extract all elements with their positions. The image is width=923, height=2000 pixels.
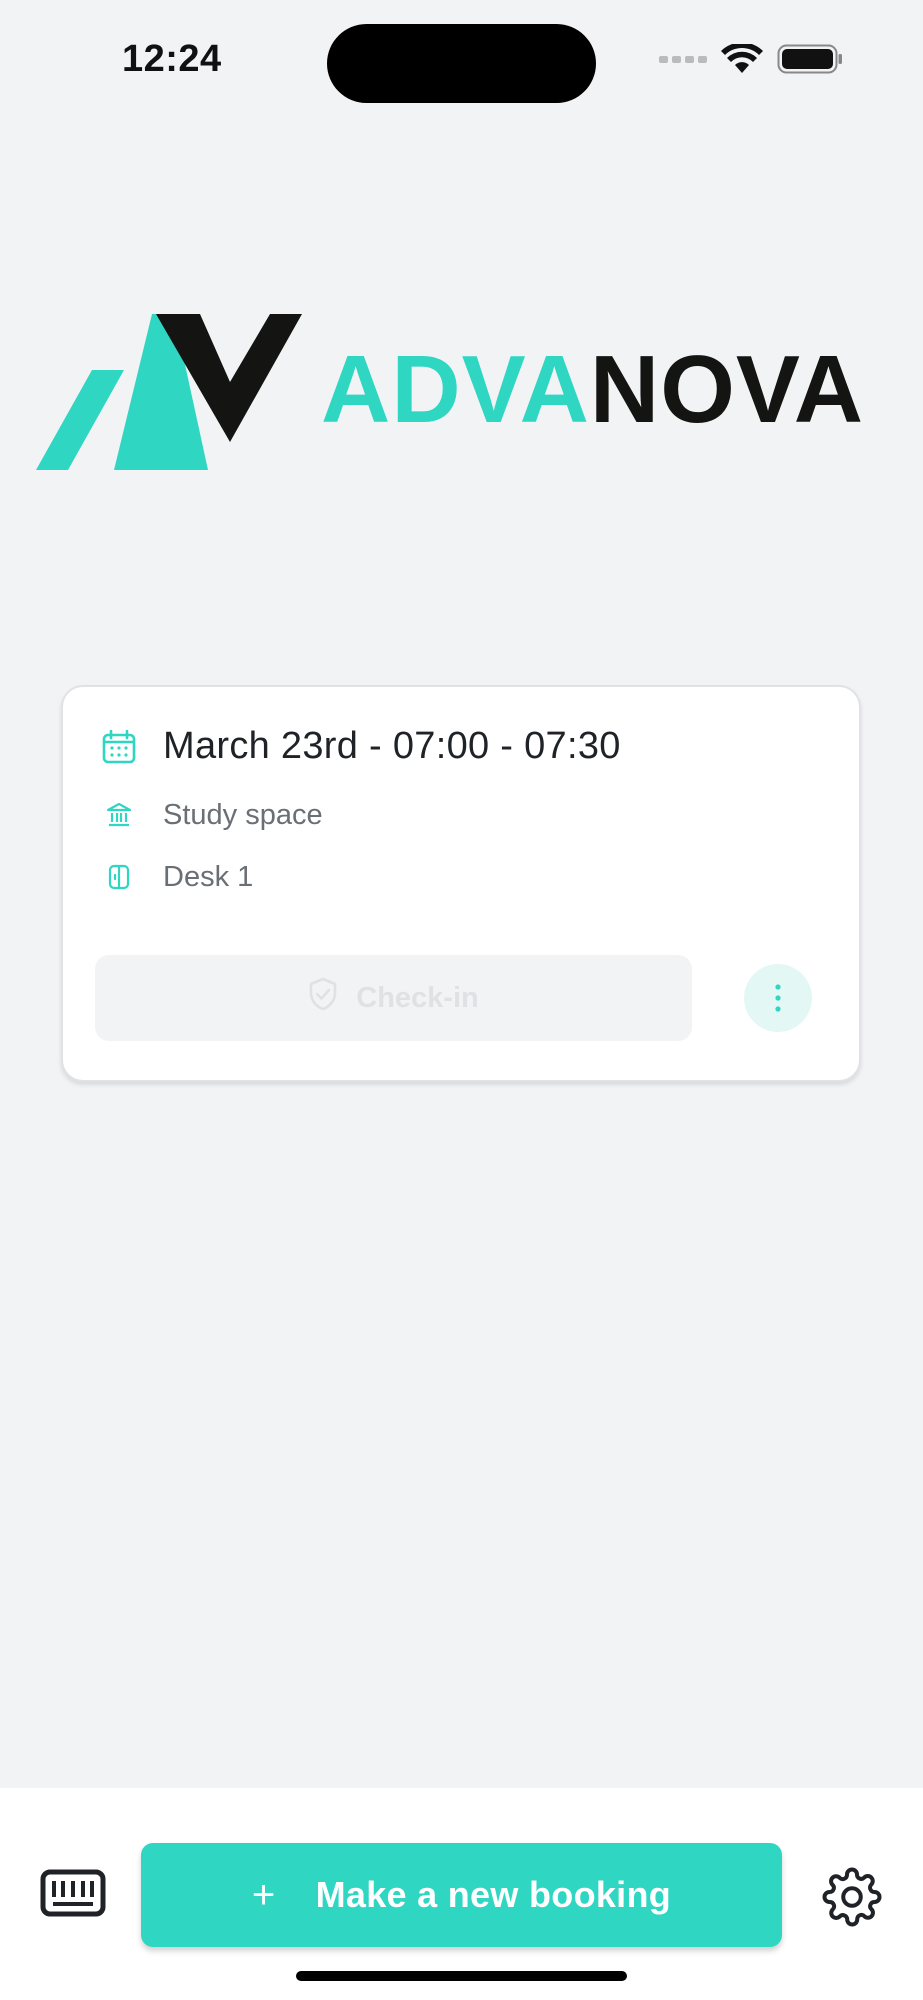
wifi-icon — [721, 44, 763, 73]
keyboard-icon — [40, 1869, 106, 1917]
plus-icon: + — [251, 1872, 276, 1917]
status-time: 12:24 — [122, 38, 222, 80]
settings-button[interactable] — [821, 1866, 883, 1928]
logo-wordmark: ADVANOVA — [321, 336, 865, 443]
dynamic-island — [327, 24, 596, 103]
booking-date-time: March 23rd - 07:00 - 07:30 — [163, 725, 621, 767]
booking-location-row: Study space — [101, 797, 323, 833]
desk-icon — [101, 859, 137, 895]
booking-date-row: March 23rd - 07:00 - 07:30 — [101, 725, 621, 768]
new-booking-label: Make a new booking — [315, 1874, 672, 1915]
booking-desk-row: Desk 1 — [101, 859, 253, 895]
status-icons — [659, 44, 843, 74]
calendar-icon — [101, 729, 137, 765]
keyboard-button[interactable] — [38, 1868, 108, 1918]
bottom-bar: + Make a new booking — [0, 1788, 923, 2000]
gear-icon — [822, 1867, 882, 1927]
booking-desk: Desk 1 — [163, 860, 254, 893]
building-icon — [101, 797, 137, 833]
checkin-button[interactable]: Check-in — [95, 955, 692, 1041]
checkin-label: Check-in — [356, 981, 479, 1014]
shield-check-icon — [308, 977, 338, 1019]
logo-mark-icon — [36, 314, 302, 470]
booking-location: Study space — [163, 798, 323, 831]
advanova-logo: ADVANOVA — [36, 312, 886, 472]
more-vertical-icon — [775, 984, 781, 1012]
new-booking-button[interactable]: + Make a new booking — [141, 1843, 782, 1947]
battery-icon — [777, 44, 842, 74]
cellular-signal-icon — [659, 55, 707, 63]
booking-card[interactable]: March 23rd - 07:00 - 07:30 Study space D… — [61, 685, 861, 1082]
booking-more-button[interactable] — [744, 964, 812, 1032]
home-indicator[interactable] — [296, 1971, 627, 1981]
status-bar: 12:24 — [0, 0, 923, 120]
